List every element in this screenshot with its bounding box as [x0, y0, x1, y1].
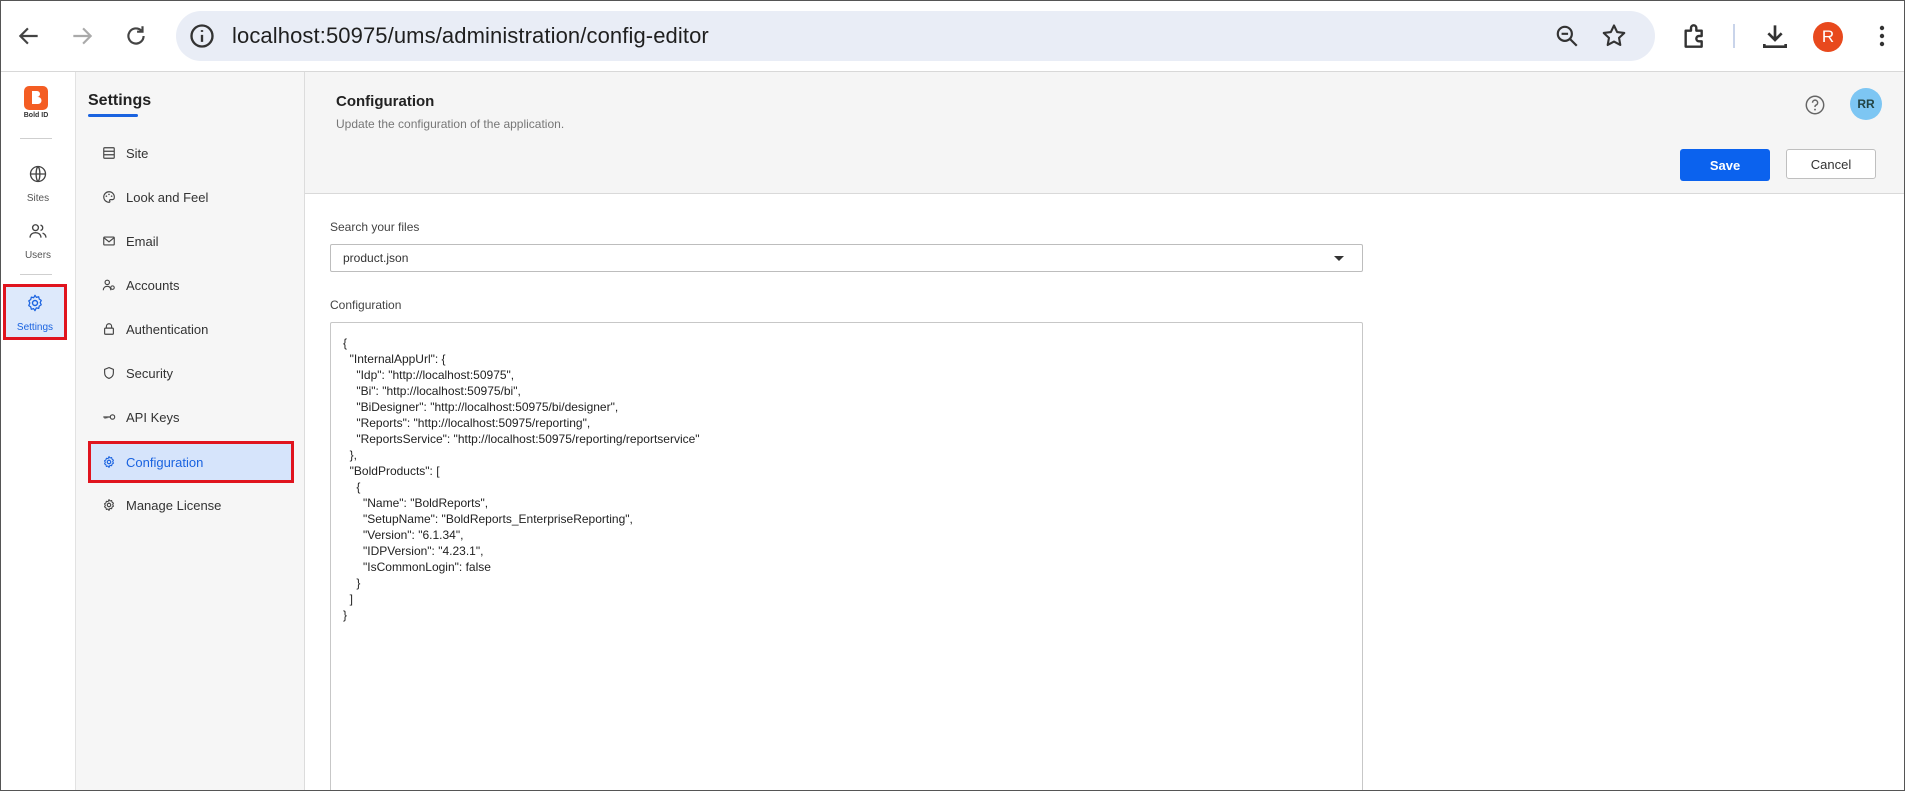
rail-divider	[20, 274, 52, 275]
code-line: }	[343, 608, 348, 622]
extensions-icon[interactable]	[1679, 20, 1711, 52]
code-line: "IsCommonLogin": false	[343, 560, 491, 574]
globe-icon	[29, 165, 47, 183]
app-rail: Bold ID Sites Users Settings	[0, 72, 76, 791]
file-select[interactable]: product.json	[330, 244, 1363, 272]
sidebar-item-label: Security	[126, 365, 173, 381]
sidebar-item-look-and-feel[interactable]: Look and Feel	[88, 178, 292, 216]
config-editor[interactable]: { "InternalAppUrl": { "Idp": "http://loc…	[330, 322, 1363, 791]
toolbar-divider	[1733, 24, 1735, 48]
rail-label-users: Users	[24, 250, 52, 261]
save-button[interactable]: Save	[1680, 149, 1770, 181]
logo-mark-icon	[32, 91, 42, 104]
logo-text: Bold ID	[23, 112, 49, 119]
help-icon[interactable]	[1804, 94, 1826, 116]
cancel-button[interactable]: Cancel	[1786, 149, 1876, 179]
sidebar-item-api-keys[interactable]: API Keys	[88, 398, 292, 436]
rail-label-sites: Sites	[26, 193, 50, 204]
code-line: "BiDesigner": "http://localhost:50975/bi…	[343, 400, 619, 414]
selected-file-value: product.json	[343, 251, 409, 265]
accounts-icon	[102, 279, 115, 291]
code-line: ]	[343, 592, 354, 606]
zoom-out-icon[interactable]	[1554, 23, 1580, 49]
mail-icon	[103, 236, 115, 246]
code-line: "Bi": "http://localhost:50975/bi",	[343, 384, 521, 398]
forward-button[interactable]	[62, 16, 102, 56]
code-line: "IDPVersion": "4.23.1",	[343, 544, 484, 558]
configuration-label: Configuration	[330, 298, 402, 312]
search-files-label: Search your files	[330, 220, 420, 234]
rail-divider	[20, 138, 52, 139]
sidebar-item-label: API Keys	[126, 409, 180, 425]
sidebar-item-email[interactable]: Email	[88, 222, 292, 260]
sidebar-item-site[interactable]: Site	[88, 134, 292, 172]
rail-item-settings[interactable]: Settings	[3, 284, 67, 340]
code-line: }	[343, 576, 361, 590]
sidebar-item-accounts[interactable]: Accounts	[88, 266, 292, 304]
code-line: {	[343, 336, 348, 350]
license-icon	[104, 499, 114, 511]
code-line: "Version": "6.1.34",	[343, 528, 464, 542]
code-line: "BoldProducts": [	[343, 464, 440, 478]
download-icon[interactable]	[1759, 20, 1791, 52]
browser-toolbar: localhost:50975/ums/administration/confi…	[0, 0, 1905, 72]
url-text: localhost:50975/ums/administration/confi…	[232, 23, 709, 48]
profile-avatar[interactable]: R	[1813, 22, 1843, 52]
code-line: "Name": "BoldReports",	[343, 496, 489, 510]
code-line: "Reports": "http://localhost:50975/repor…	[343, 416, 591, 430]
page-subtitle: Update the configuration of the applicat…	[336, 117, 565, 131]
rail-label-settings: Settings	[16, 322, 54, 333]
arrow-right-icon	[73, 27, 93, 45]
code-line: "ReportsService": "http://localhost:5097…	[343, 432, 700, 446]
bookmark-star-icon[interactable]	[1600, 22, 1628, 50]
caret-down-icon	[1334, 256, 1344, 261]
palette-icon	[103, 191, 115, 203]
sidebar-item-label: Accounts	[126, 277, 180, 293]
settings-title-underline	[88, 114, 138, 117]
page-header: Configuration Update the configuration o…	[305, 72, 1904, 194]
gear-icon	[28, 294, 42, 312]
bold-id-logo[interactable]	[24, 86, 48, 110]
sidebar-item-label: Authentication	[126, 321, 209, 337]
back-button[interactable]	[9, 16, 49, 56]
sidebar-item-label: Email	[126, 233, 159, 249]
key-icon	[103, 414, 116, 420]
lock-icon	[104, 323, 114, 335]
code-line: "Idp": "http://localhost:50975",	[343, 368, 515, 382]
user-avatar[interactable]: RR	[1850, 88, 1882, 120]
code-line: "SetupName": "BoldReports_EnterpriseRepo…	[343, 512, 633, 526]
arrow-left-icon	[18, 27, 38, 45]
shield-icon	[104, 366, 114, 380]
settings-sidebar: Settings Site Look and Feel Email Accoun…	[76, 72, 305, 791]
rail-item-users[interactable]: Users	[0, 215, 76, 269]
code-line: {	[343, 480, 361, 494]
sidebar-item-label: Configuration	[126, 454, 204, 470]
sidebar-item-authentication[interactable]: Authentication	[88, 310, 292, 348]
code-line: "InternalAppUrl": {	[343, 352, 446, 366]
main-content: Search your files product.json Configura…	[305, 194, 1904, 791]
sidebar-item-security[interactable]: Security	[88, 354, 292, 392]
info-icon[interactable]	[188, 22, 216, 50]
sidebar-item-manage-license[interactable]: Manage License	[88, 486, 292, 524]
sidebar-item-label: Manage License	[126, 497, 222, 513]
users-icon	[29, 224, 47, 238]
page-title: Configuration	[336, 93, 435, 110]
settings-title: Settings	[88, 92, 152, 109]
site-icon	[103, 147, 115, 159]
rail-item-sites[interactable]: Sites	[0, 158, 76, 212]
sidebar-item-label: Site	[126, 145, 149, 161]
reload-button[interactable]	[116, 16, 156, 56]
address-bar[interactable]: localhost:50975/ums/administration/confi…	[176, 11, 1655, 61]
code-line: },	[343, 448, 358, 462]
gear-icon	[104, 456, 114, 468]
sidebar-item-configuration[interactable]: Configuration	[88, 441, 294, 483]
sidebar-item-label: Look and Feel	[126, 189, 209, 205]
reload-icon	[127, 26, 145, 45]
more-menu-icon[interactable]	[1872, 20, 1892, 52]
